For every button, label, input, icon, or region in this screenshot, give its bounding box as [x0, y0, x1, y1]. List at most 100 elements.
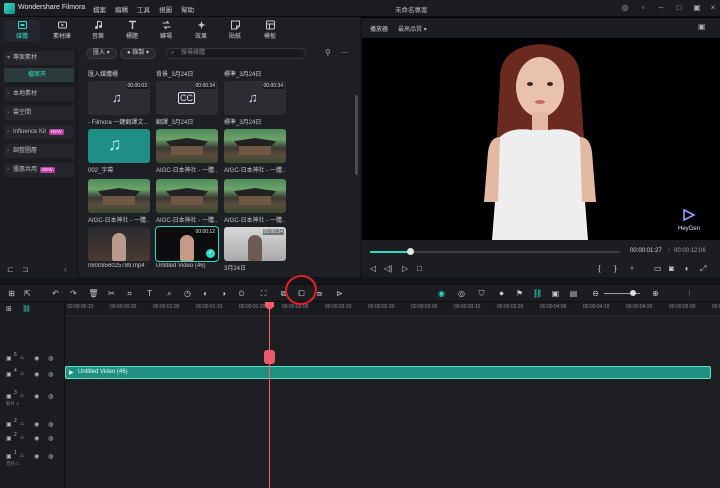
fullscreen-icon[interactable]: ⤢: [700, 264, 706, 274]
text-icon[interactable]: T: [144, 288, 155, 299]
track-type-icon[interactable]: ▣: [6, 393, 12, 400]
prev-frame-icon[interactable]: ◁: [370, 264, 376, 273]
mask-icon[interactable]: ◑: [218, 288, 229, 299]
minimize-icon[interactable]: –: [656, 3, 666, 13]
audio-icon[interactable]: ◍: [48, 355, 53, 362]
media-item[interactable]: AIGC-日本神社 - 一體...: [224, 179, 286, 224]
undo-icon[interactable]: ↶: [50, 288, 61, 299]
media-item[interactable]: 00:00:12 ✓ Untitled Video (46): [155, 226, 219, 269]
split-icon[interactable]: ✂: [106, 288, 117, 299]
timeline-tracks[interactable]: [65, 316, 720, 488]
shield-icon[interactable]: ⛉: [476, 288, 487, 299]
speed-icon[interactable]: ◷: [182, 288, 193, 299]
sidebar-item-local[interactable]: › 本地素材: [4, 87, 74, 101]
media-item[interactable]: 0600856025789.mp4: [88, 227, 150, 269]
mark-in-icon[interactable]: {: [598, 264, 601, 273]
lock-icon[interactable]: ⌂: [20, 421, 24, 427]
filter-icon[interactable]: ⚲: [325, 48, 331, 57]
track-type-icon[interactable]: ▣: [6, 421, 12, 428]
tab-media[interactable]: 媒體: [4, 20, 40, 42]
menu-view[interactable]: 視圖: [159, 4, 172, 14]
video-canvas[interactable]: HeyGen: [362, 40, 720, 240]
tab-stock[interactable]: 素材庫: [44, 20, 80, 42]
timer-icon[interactable]: ⏲: [236, 288, 247, 299]
close-icon[interactable]: ×: [708, 3, 718, 13]
user-icon[interactable]: ◎: [620, 3, 630, 13]
search-input[interactable]: ⌕ 搜尋媒體: [166, 48, 306, 59]
folder-link-icon[interactable]: ⊐: [22, 265, 29, 274]
sidebar-item-cloud[interactable]: › 雲空間: [4, 106, 74, 120]
collapse-icon[interactable]: ‹: [64, 265, 67, 274]
import-button[interactable]: 匯入 ▾: [86, 48, 117, 59]
mic-icon[interactable]: ⏺: [496, 288, 507, 299]
link-icon[interactable]: ⛓: [532, 288, 543, 299]
media-item[interactable]: 00:00:34 CC 翻譯_3月24日: [156, 81, 218, 126]
more-tools-icon[interactable]: ⊳: [334, 288, 345, 299]
sidebar-item-folder[interactable]: 檔案夾: [4, 68, 74, 82]
media-item[interactable]: AIGC-日本神社 - 一體...: [156, 179, 218, 224]
media-item[interactable]: 00:00:34 3月24日: [224, 227, 286, 272]
audio-icon[interactable]: ◍: [48, 435, 53, 442]
zoom-out-icon[interactable]: ⊖: [590, 288, 601, 299]
library-scrollbar[interactable]: [355, 95, 358, 175]
display-icon[interactable]: ▭: [654, 264, 662, 273]
lock-icon[interactable]: ⌂: [20, 355, 24, 361]
menu-edit[interactable]: 編輯: [115, 4, 128, 14]
more-icon[interactable]: ⋯: [341, 48, 349, 57]
audio-icon[interactable]: ◍: [48, 393, 53, 400]
media-item[interactable]: 00:00:03 ♫ - Filmora 一鍵翻譯文...: [88, 81, 150, 126]
tab-music[interactable]: 音樂: [80, 20, 116, 42]
menu-help[interactable]: 幫助: [181, 4, 194, 14]
restore-icon[interactable]: ▣: [692, 3, 702, 13]
lock-icon[interactable]: ⌂: [20, 371, 24, 377]
notification-icon[interactable]: ▫: [638, 3, 648, 13]
pip-icon[interactable]: ▣: [550, 288, 561, 299]
tab-title[interactable]: 標題: [114, 20, 150, 42]
layout-icon[interactable]: ⊞: [6, 288, 17, 299]
visibility-icon[interactable]: ◉: [34, 453, 39, 460]
media-item[interactable]: ♫ 002_字幕: [88, 129, 150, 174]
visibility-icon[interactable]: ◉: [34, 355, 39, 362]
progress-handle[interactable]: [407, 248, 414, 255]
visibility-icon[interactable]: ◉: [34, 371, 39, 378]
quality-select[interactable]: 最高品質 ▾: [398, 24, 427, 33]
menu-file[interactable]: 檔案: [93, 4, 106, 14]
sidebar-item-influence-kit[interactable]: › Influence Kit NEW: [4, 125, 74, 139]
folder-add-icon[interactable]: ⊏: [7, 265, 14, 274]
marker-icon[interactable]: ⚑: [514, 288, 525, 299]
video-clip[interactable]: Untitled Video (46) ▶: [65, 366, 711, 379]
maximize-icon[interactable]: □: [674, 3, 684, 13]
delete-icon[interactable]: 🗑: [88, 288, 99, 299]
media-item[interactable]: AIGC-日本神社 - 一體...: [156, 129, 218, 174]
zoom-in-icon[interactable]: ⊕: [650, 288, 661, 299]
snap-icon[interactable]: ◎: [456, 288, 467, 299]
stop-icon[interactable]: □: [417, 264, 422, 273]
select-icon[interactable]: ⇱: [22, 288, 33, 299]
crop-icon[interactable]: ⌗: [124, 288, 135, 299]
zoom-icon[interactable]: ⌕: [164, 288, 175, 299]
subtitle-icon[interactable]: ▤: [568, 288, 579, 299]
snapshot-icon[interactable]: ▣: [698, 22, 706, 31]
track-type-icon[interactable]: ▣: [6, 435, 12, 442]
tab-template[interactable]: 模板: [252, 20, 288, 42]
timeline-ruler[interactable]: 00:00:00:10 00:00:00:20 00:00:01:00 00:00:0…: [65, 302, 720, 316]
track-type-icon[interactable]: ▣: [6, 355, 12, 362]
render-icon[interactable]: ◉: [436, 288, 447, 299]
color-icon[interactable]: ◐: [200, 288, 211, 299]
audio-icon[interactable]: ◍: [48, 371, 53, 378]
play-icon[interactable]: ▷: [402, 264, 408, 273]
lock-icon[interactable]: ⌂: [20, 453, 24, 459]
zoom-select-icon[interactable]: ▾: [630, 264, 634, 273]
lock-icon[interactable]: ⌂: [20, 393, 24, 399]
media-item[interactable]: 00:00:34 ♫ 標準_3月24日: [224, 81, 286, 126]
step-back-icon[interactable]: ◁|: [384, 264, 392, 273]
volume-icon[interactable]: ◖: [684, 264, 689, 273]
record-button[interactable]: ● 錄製 ▾: [120, 48, 156, 59]
grid-icon[interactable]: ⦙: [684, 288, 695, 299]
media-item[interactable]: AIGC-日本神社 - 一體...: [88, 179, 150, 224]
zoom-slider-handle[interactable]: [630, 290, 636, 296]
sidebar-item-project-media[interactable]: ▾ 專案素材: [4, 51, 74, 65]
link-icon[interactable]: ⛓: [22, 305, 31, 313]
sidebar-item-shared[interactable]: › 優惠共用 NEW: [4, 163, 74, 177]
menu-tools[interactable]: 工具: [137, 4, 150, 14]
